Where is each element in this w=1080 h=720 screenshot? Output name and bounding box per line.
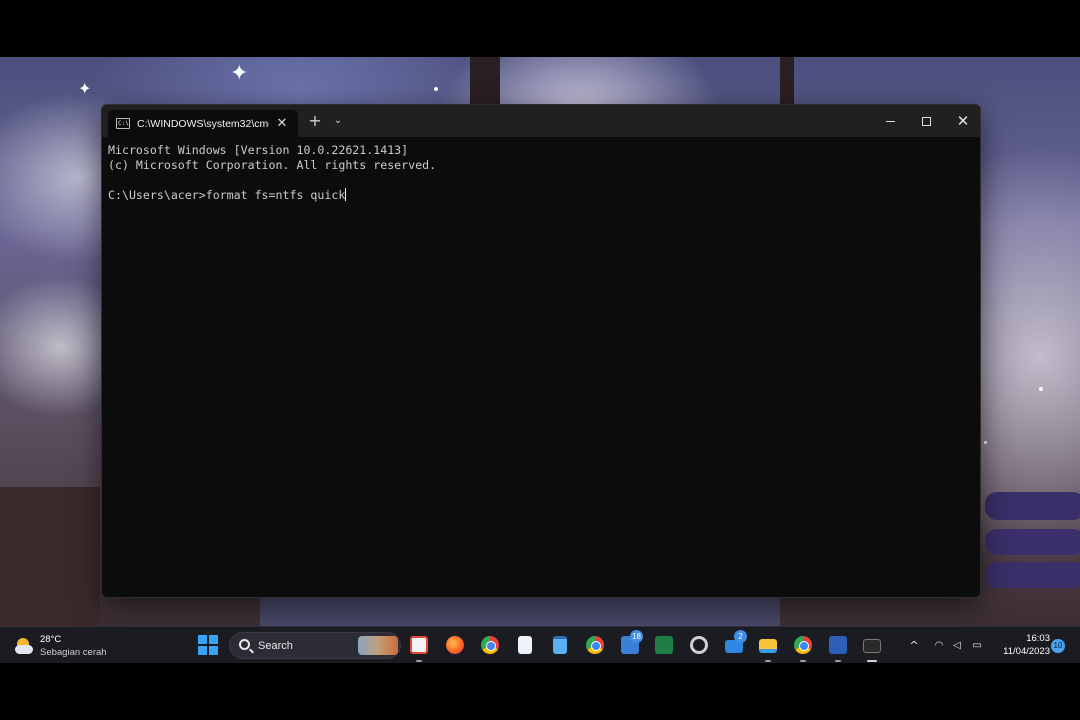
teams-app[interactable]: 18 (618, 630, 643, 657)
notepad-app[interactable] (548, 633, 572, 657)
minimize-icon (885, 121, 895, 122)
wallpaper-detail (985, 492, 1080, 520)
letterbox-bottom (0, 663, 1080, 720)
wallpaper-detail (985, 529, 1080, 555)
terminal-icon (863, 639, 881, 653)
sparkle-icon: ✦ (78, 79, 92, 98)
chevron-up-icon: ^ (909, 639, 919, 652)
search-label: Search (258, 640, 293, 652)
search-icon (239, 639, 250, 650)
running-indicator (765, 660, 771, 662)
word-icon (829, 636, 847, 654)
gear-icon (690, 636, 708, 654)
excel-app[interactable] (652, 633, 676, 657)
word-app[interactable] (826, 633, 850, 662)
wallpaper-detail (470, 57, 500, 107)
recycle-bin-icon (518, 636, 532, 654)
weather-temperature: 28°C (40, 634, 62, 645)
new-tab-button[interactable]: + (305, 111, 325, 131)
wallpaper-detail (0, 487, 100, 626)
folder-icon (759, 639, 777, 653)
clock[interactable]: 16:03 11/04/2023 (992, 632, 1050, 658)
chrome-icon (794, 636, 812, 654)
close-button[interactable]: ✕ (945, 105, 980, 137)
chrome-icon (586, 636, 604, 654)
clock-date: 11/04/2023 (1003, 646, 1050, 657)
wallpaper-detail (985, 562, 1080, 588)
running-indicator (416, 660, 422, 662)
weather-widget[interactable]: 28°C Sebagian cerah (14, 631, 134, 661)
file-explorer-app[interactable] (756, 633, 780, 662)
title-bar[interactable]: C:\ C:\WINDOWS\system32\cmd. ✕ + ⌄ ✕ (102, 105, 980, 137)
snipping-tool-app[interactable] (407, 633, 431, 662)
notification-center-badge[interactable]: 10 (1051, 639, 1065, 653)
mail-app[interactable]: 2 (722, 630, 747, 657)
running-indicator (867, 660, 877, 662)
snipping-tool-icon (410, 636, 428, 654)
chrome-app-3[interactable] (791, 633, 815, 662)
notification-badge: 2 (734, 630, 747, 643)
wifi-icon: ◠ (934, 640, 944, 651)
chrome-icon (481, 636, 499, 654)
terminal-window[interactable]: C:\ C:\WINDOWS\system32\cmd. ✕ + ⌄ ✕ Mic… (101, 104, 981, 598)
terminal-line: Microsoft Windows [Version 10.0.22621.14… (108, 143, 409, 157)
cmd-icon: C:\ (116, 118, 130, 129)
star-dot (984, 441, 987, 444)
recycle-app[interactable] (513, 633, 537, 657)
notification-badge: 18 (630, 630, 643, 643)
firefox-app[interactable] (443, 633, 467, 657)
letterbox-top (0, 0, 1080, 57)
terminal-line: (c) Microsoft Corporation. All rights re… (108, 158, 437, 172)
weather-description: Sebagian cerah (40, 647, 107, 658)
wallpaper-detail (780, 57, 794, 107)
text-cursor (345, 188, 347, 201)
maximize-button[interactable] (908, 105, 944, 137)
battery-button[interactable]: ▭ (968, 627, 986, 664)
running-indicator (800, 660, 806, 662)
chrome-app[interactable] (478, 633, 502, 657)
taskbar-search[interactable]: Search (229, 632, 401, 659)
chrome-app-2[interactable] (583, 633, 607, 657)
volume-button[interactable]: ◁ (949, 627, 965, 664)
wallpaper-detail (260, 597, 780, 626)
close-tab-icon[interactable]: ✕ (275, 117, 289, 130)
terminal-command: C:\Users\acer>format fs=ntfs quick (108, 188, 346, 202)
taskbar: 28°C Sebagian cerah Search 18 2 ^ ◠ ◁ ▭ … (0, 626, 1080, 663)
windows-logo-icon (198, 635, 207, 644)
tab-cmd[interactable]: C:\ C:\WINDOWS\system32\cmd. ✕ (108, 110, 298, 137)
minimize-button[interactable] (872, 105, 908, 137)
terminal-output[interactable]: Microsoft Windows [Version 10.0.22621.14… (108, 143, 974, 593)
search-highlight-image (358, 636, 398, 655)
firefox-icon (446, 636, 464, 654)
notepad-icon (553, 636, 567, 654)
terminal-app[interactable] (860, 633, 884, 662)
tab-title: C:\WINDOWS\system32\cmd. (137, 117, 269, 130)
start-button[interactable] (198, 635, 218, 655)
star-dot (1039, 387, 1043, 391)
maximize-icon (921, 117, 931, 126)
terminal-prompt-line[interactable]: C:\Users\acer>format fs=ntfs quick (108, 188, 974, 203)
running-indicator (835, 660, 841, 662)
volume-icon: ◁ (953, 640, 961, 651)
wifi-button[interactable]: ◠ (930, 627, 948, 664)
sparkle-icon: ✦ (230, 61, 249, 86)
star-dot (434, 87, 438, 91)
partly-cloudy-icon (14, 637, 34, 657)
tab-dropdown-button[interactable]: ⌄ (330, 111, 346, 131)
settings-app[interactable] (687, 633, 711, 657)
clock-time: 16:03 (1026, 633, 1050, 644)
battery-icon: ▭ (972, 640, 982, 651)
excel-icon (655, 636, 673, 654)
tray-overflow-button[interactable]: ^ (905, 627, 923, 664)
